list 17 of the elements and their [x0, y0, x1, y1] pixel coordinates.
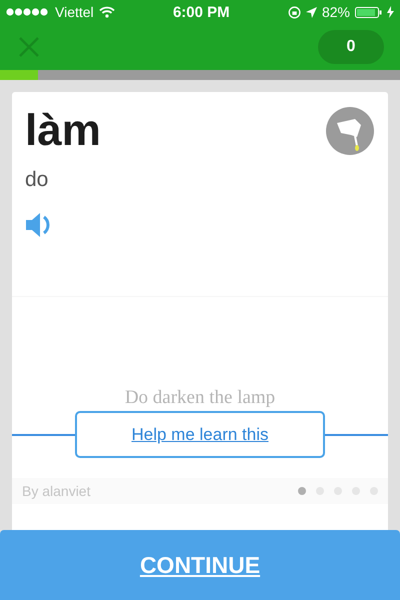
wifi-icon — [98, 6, 115, 18]
signal-icon — [6, 8, 50, 16]
continue-button[interactable]: CONTINUE — [0, 530, 400, 600]
word-meaning: do — [25, 168, 50, 192]
battery-percent: 82% — [322, 4, 350, 20]
location-arrow-icon — [306, 6, 317, 18]
carrier-name: Viettel — [55, 4, 94, 20]
score-pill: 0 — [318, 30, 384, 64]
mem-text: Do darken the lamp — [124, 387, 276, 409]
help-button[interactable]: Help me learn this — [75, 411, 325, 458]
clock: 6:00 PM — [172, 4, 230, 20]
pager-dot[interactable] — [298, 487, 306, 495]
charging-bolt-icon — [387, 6, 394, 18]
battery-icon — [355, 6, 382, 18]
close-icon[interactable] — [19, 37, 39, 57]
rotation-lock-icon — [288, 6, 301, 18]
vocab-word: làm — [25, 106, 101, 156]
